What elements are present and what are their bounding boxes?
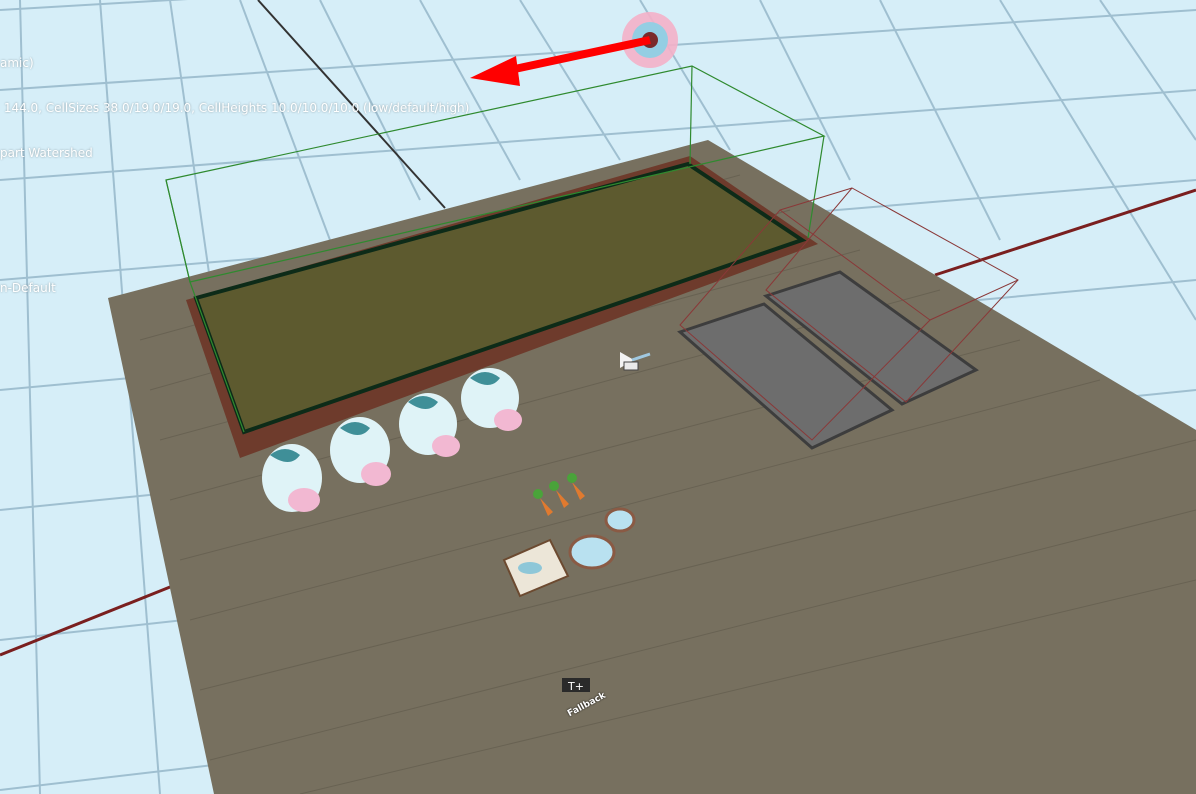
debug-overlay: amic) 144.0, CellSizes 38.0/19.0/19.0, C…: [0, 26, 469, 311]
overlay-line-1: amic): [0, 56, 34, 70]
overlay-line-6: n-Default: [0, 281, 56, 295]
overlay-line-2: 144.0, CellSizes 38.0/19.0/19.0, CellHei…: [0, 101, 470, 115]
cow-1[interactable]: [262, 444, 322, 512]
overlay-line-3: part Watershed: [0, 146, 93, 160]
water-bucket-small[interactable]: [604, 507, 636, 533]
overlay-line-5: [0, 236, 469, 251]
svg-text:T+: T+: [567, 680, 584, 693]
fallback-marker-icon[interactable]: T+: [562, 678, 590, 693]
overlay-line-4: [0, 191, 469, 206]
water-bucket-large[interactable]: [568, 534, 616, 570]
